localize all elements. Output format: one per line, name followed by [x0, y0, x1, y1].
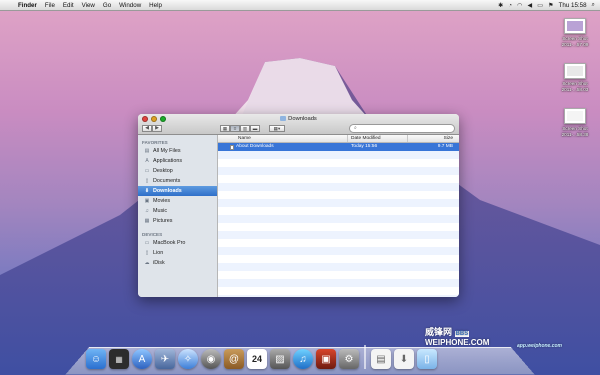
trash-dock-icon[interactable]: ▯: [417, 349, 437, 369]
menu-go[interactable]: Go: [99, 2, 115, 9]
all-files-icon: ▤: [144, 148, 150, 154]
menu-finder[interactable]: Finder: [14, 2, 41, 9]
file-list: Name Date Modified Size About Downloads …: [218, 135, 459, 297]
window-titlebar[interactable]: Downloads ◀ ▶ ▦ ≡ ▥ ▬ ▦▾ ⌕: [138, 114, 459, 135]
desktop-file-screenshot-1[interactable]: Screen Shot 2011-...57.09: [553, 18, 597, 47]
column-view-button[interactable]: ▥: [240, 125, 250, 132]
menu-help[interactable]: Help: [145, 2, 166, 9]
menu-bar: Finder File Edit View Go Window Help ✱ ◔…: [0, 0, 600, 11]
cover-flow-button[interactable]: ▬: [250, 125, 260, 132]
arrange-button[interactable]: ▦▾: [269, 125, 285, 132]
spotlight-icon[interactable]: ⌕: [592, 1, 595, 9]
hard-drive-icon: ▯: [145, 250, 149, 256]
mission-control-dock-icon[interactable]: ▦: [109, 349, 129, 369]
sidebar-item-documents[interactable]: ▯ Documents: [138, 176, 217, 186]
folder-icon: [280, 116, 287, 121]
battery-icon[interactable]: ▭: [537, 2, 543, 9]
file-row[interactable]: About Downloads Today 15:56 9.7 MB: [218, 143, 459, 151]
sidebar-item-desktop[interactable]: ▭ Desktop: [138, 166, 217, 176]
sidebar-header-favorites: FAVORITES: [142, 140, 168, 145]
finder-window: Downloads ◀ ▶ ▦ ≡ ▥ ▬ ▦▾ ⌕ FAVORITES ▤ Al…: [138, 114, 459, 297]
sidebar-item-applications[interactable]: A Applications: [138, 156, 217, 166]
documents-icon: ▯: [145, 178, 149, 184]
sidebar-item-macbook-pro[interactable]: ▭ MacBook Pro: [138, 238, 217, 248]
bluetooth-icon[interactable]: ✱: [498, 2, 503, 9]
address-book-dock-icon[interactable]: @: [224, 349, 244, 369]
music-icon: ♫: [145, 208, 149, 214]
wifi-icon[interactable]: ◠: [517, 2, 522, 9]
desktop-icon: ▭: [144, 168, 150, 174]
desktop-file-label: Screen Shot 2011-...58.03: [561, 81, 589, 92]
ical-dock-icon[interactable]: 24: [247, 349, 267, 369]
forward-button[interactable]: ▶: [152, 125, 162, 132]
icon-view-button[interactable]: ▦: [220, 125, 230, 132]
sidebar-item-idisk[interactable]: ☁ iDisk: [138, 258, 217, 268]
screenshot-thumbnail-icon: [564, 63, 586, 79]
sidebar-item-lion[interactable]: ▯ Lion: [138, 248, 217, 258]
file-name: About Downloads: [236, 144, 274, 149]
menubar-clock[interactable]: Thu 15:58: [559, 2, 587, 9]
idisk-icon: ☁: [144, 260, 150, 266]
column-name[interactable]: Name: [218, 135, 348, 142]
time-machine-icon[interactable]: ◔: [508, 2, 512, 9]
column-size[interactable]: Size: [408, 135, 459, 142]
facetime-dock-icon[interactable]: ◉: [201, 349, 221, 369]
menu-file[interactable]: File: [41, 2, 59, 9]
applications-icon: A: [145, 158, 149, 164]
screenshot-thumbnail-icon: [564, 18, 586, 34]
back-button[interactable]: ◀: [142, 125, 152, 132]
pictures-icon: ▦: [144, 218, 150, 224]
window-title: Downloads: [138, 116, 459, 122]
column-date-modified[interactable]: Date Modified: [348, 135, 408, 142]
documents-stack-dock-icon[interactable]: ▤: [371, 349, 391, 369]
sidebar-item-pictures[interactable]: ▦ Pictures: [138, 216, 217, 226]
flag-icon[interactable]: ⚑: [548, 2, 554, 9]
sidebar-item-all-my-files[interactable]: ▤ All My Files: [138, 146, 217, 156]
movies-icon: ▣: [144, 198, 150, 204]
desktop-file-screenshot-3[interactable]: Screen Shot 2011-...58.38: [553, 108, 597, 137]
finder-dock-icon[interactable]: ☺: [86, 349, 106, 369]
file-size: 9.7 MB: [437, 144, 453, 149]
search-input[interactable]: ⌕: [349, 124, 455, 133]
mail-dock-icon[interactable]: ✈: [155, 349, 175, 369]
sidebar-header-devices: DEVICES: [142, 232, 163, 237]
app-store-dock-icon[interactable]: A: [132, 349, 152, 369]
laptop-icon: ▭: [144, 240, 150, 246]
list-view-button[interactable]: ≡: [230, 125, 240, 132]
column-header: Name Date Modified Size: [218, 135, 459, 143]
downloads-icon: ⬇: [144, 188, 150, 194]
menu-window[interactable]: Window: [115, 2, 145, 9]
downloads-stack-dock-icon[interactable]: ⬇: [394, 349, 414, 369]
dock: ☺ ▦ A ✈ ✧ ◉ @ 24 ▨ ♫ ▣ ⚙ ▤ ⬇ ▯: [86, 339, 437, 369]
sidebar-item-movies[interactable]: ▣ Movies: [138, 196, 217, 206]
sidebar: FAVORITES ▤ All My Files A Applications ▭ D…: [138, 135, 218, 297]
itunes-dock-icon[interactable]: ♫: [293, 349, 313, 369]
desktop-file-screenshot-2[interactable]: Screen Shot 2011-...58.03: [553, 63, 597, 92]
volume-icon[interactable]: ◀: [527, 2, 532, 9]
menu-edit[interactable]: Edit: [59, 2, 78, 9]
search-icon: ⌕: [354, 125, 357, 131]
menu-view[interactable]: View: [78, 2, 99, 9]
file-date: Today 15:56: [351, 144, 378, 149]
photo-booth-dock-icon[interactable]: ▣: [316, 349, 336, 369]
iphoto-dock-icon[interactable]: ▨: [270, 349, 290, 369]
desktop-file-label: Screen Shot 2011-...58.38: [561, 126, 589, 137]
document-icon: [230, 144, 234, 150]
desktop-file-label: Screen Shot 2011-...57.09: [561, 36, 589, 47]
dock-separator: [364, 345, 366, 369]
sidebar-item-downloads[interactable]: ⬇ Downloads: [138, 186, 217, 196]
system-preferences-dock-icon[interactable]: ⚙: [339, 349, 359, 369]
safari-dock-icon[interactable]: ✧: [178, 349, 198, 369]
weiphone-watermark: 威锋网 BBS WEIPHONE.COM app.weiphone.com: [425, 327, 563, 349]
sidebar-item-music[interactable]: ♫ Music: [138, 206, 217, 216]
screenshot-thumbnail-icon: [564, 108, 586, 124]
